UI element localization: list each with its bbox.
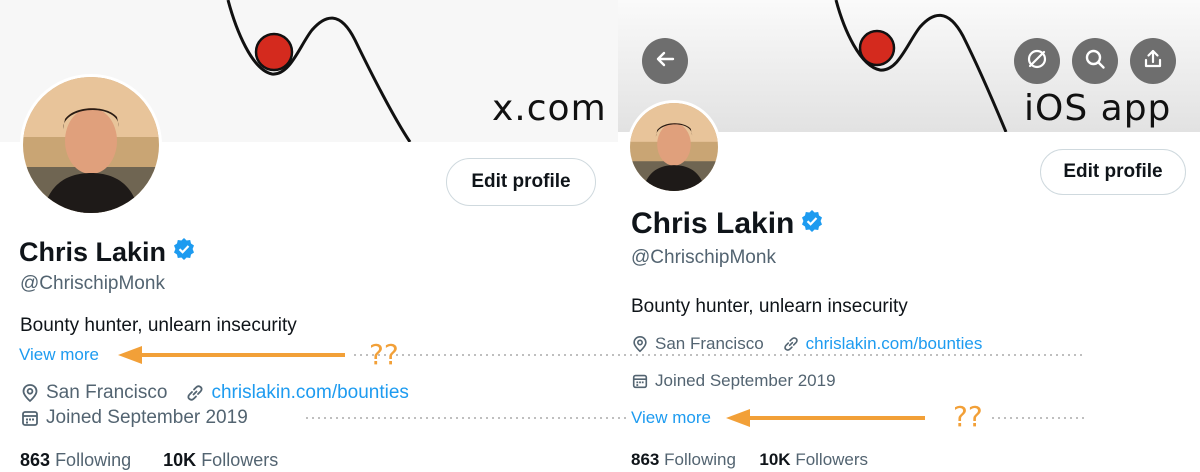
follow-counts: 863 Following 10K Followers: [631, 450, 868, 470]
share-button[interactable]: [1130, 38, 1176, 84]
share-icon: [1142, 48, 1164, 75]
joined-row: Joined September 2019: [20, 407, 248, 429]
following-link[interactable]: 863 Following: [631, 450, 736, 469]
following-count: 863: [631, 450, 660, 469]
edit-profile-button[interactable]: Edit profile: [446, 158, 596, 206]
following-count: 863: [20, 450, 51, 470]
display-name: Chris Lakin: [19, 237, 196, 268]
joined-text: Joined September 2019: [655, 371, 836, 390]
grok-button[interactable]: [1014, 38, 1060, 84]
followers-link[interactable]: 10K Followers: [163, 450, 278, 470]
location-text: San Francisco: [655, 334, 764, 353]
search-icon: [1084, 48, 1106, 75]
user-handle: @ChrischipMonk: [631, 247, 776, 268]
followers-link[interactable]: 10K Followers: [759, 450, 868, 469]
following-link[interactable]: 863 Following: [20, 450, 131, 470]
verified-badge-icon: [800, 207, 824, 241]
display-name-text: Chris Lakin: [19, 237, 167, 267]
location-pin-icon: [631, 335, 649, 353]
followers-count: 10K: [163, 450, 197, 470]
search-button[interactable]: [1072, 38, 1118, 84]
avatar[interactable]: [20, 74, 162, 216]
followers-label: Followers: [795, 450, 869, 469]
profile-meta-row: San Francisco chrislakin.com/bounties: [631, 334, 982, 354]
bio-text: Bounty hunter, unlearn insecurity: [631, 296, 908, 317]
xcom-profile-panel: x.com Edit profile Chris Lakin @Chrischi…: [0, 0, 618, 472]
question-marks-right: ??: [953, 400, 983, 433]
bio-text: Bounty hunter, unlearn insecurity: [20, 315, 297, 336]
followers-count: 10K: [759, 450, 791, 469]
display-name-text: Chris Lakin: [631, 207, 795, 240]
link-icon: [185, 383, 205, 403]
profile-meta-row: San Francisco chrislakin.com/bounties: [20, 382, 409, 404]
platform-label: x.com: [492, 88, 607, 129]
follow-counts: 863 Following 10K Followers: [20, 450, 278, 471]
view-more-link[interactable]: View more: [631, 408, 711, 428]
joined-text: Joined September 2019: [46, 407, 248, 428]
following-label: Following: [664, 450, 736, 469]
display-name: Chris Lakin: [631, 207, 824, 241]
joined-row: Joined September 2019: [631, 371, 836, 391]
back-button[interactable]: [642, 38, 688, 84]
followers-label: Followers: [201, 450, 279, 470]
website-link[interactable]: chrislakin.com/bounties: [211, 382, 408, 404]
calendar-icon: [20, 408, 40, 428]
question-marks-left: ??: [369, 338, 399, 371]
ios-profile-panel: iOS app Edit profile Chris Lakin @Chrisc…: [618, 0, 1200, 472]
view-more-link[interactable]: View more: [19, 345, 99, 365]
link-icon: [782, 335, 800, 353]
arrow-left-icon: [654, 48, 676, 75]
location-pin-icon: [20, 383, 40, 403]
website-link[interactable]: chrislakin.com/bounties: [806, 334, 983, 354]
grok-icon: [1025, 47, 1049, 76]
edit-profile-button[interactable]: Edit profile: [1040, 149, 1186, 195]
location-text: San Francisco: [46, 382, 168, 403]
platform-label: iOS app: [1024, 88, 1172, 129]
calendar-icon: [631, 372, 649, 390]
following-label: Following: [55, 450, 132, 470]
avatar[interactable]: [627, 100, 721, 194]
user-handle: @ChrischipMonk: [20, 273, 165, 294]
verified-badge-icon: [172, 237, 196, 268]
